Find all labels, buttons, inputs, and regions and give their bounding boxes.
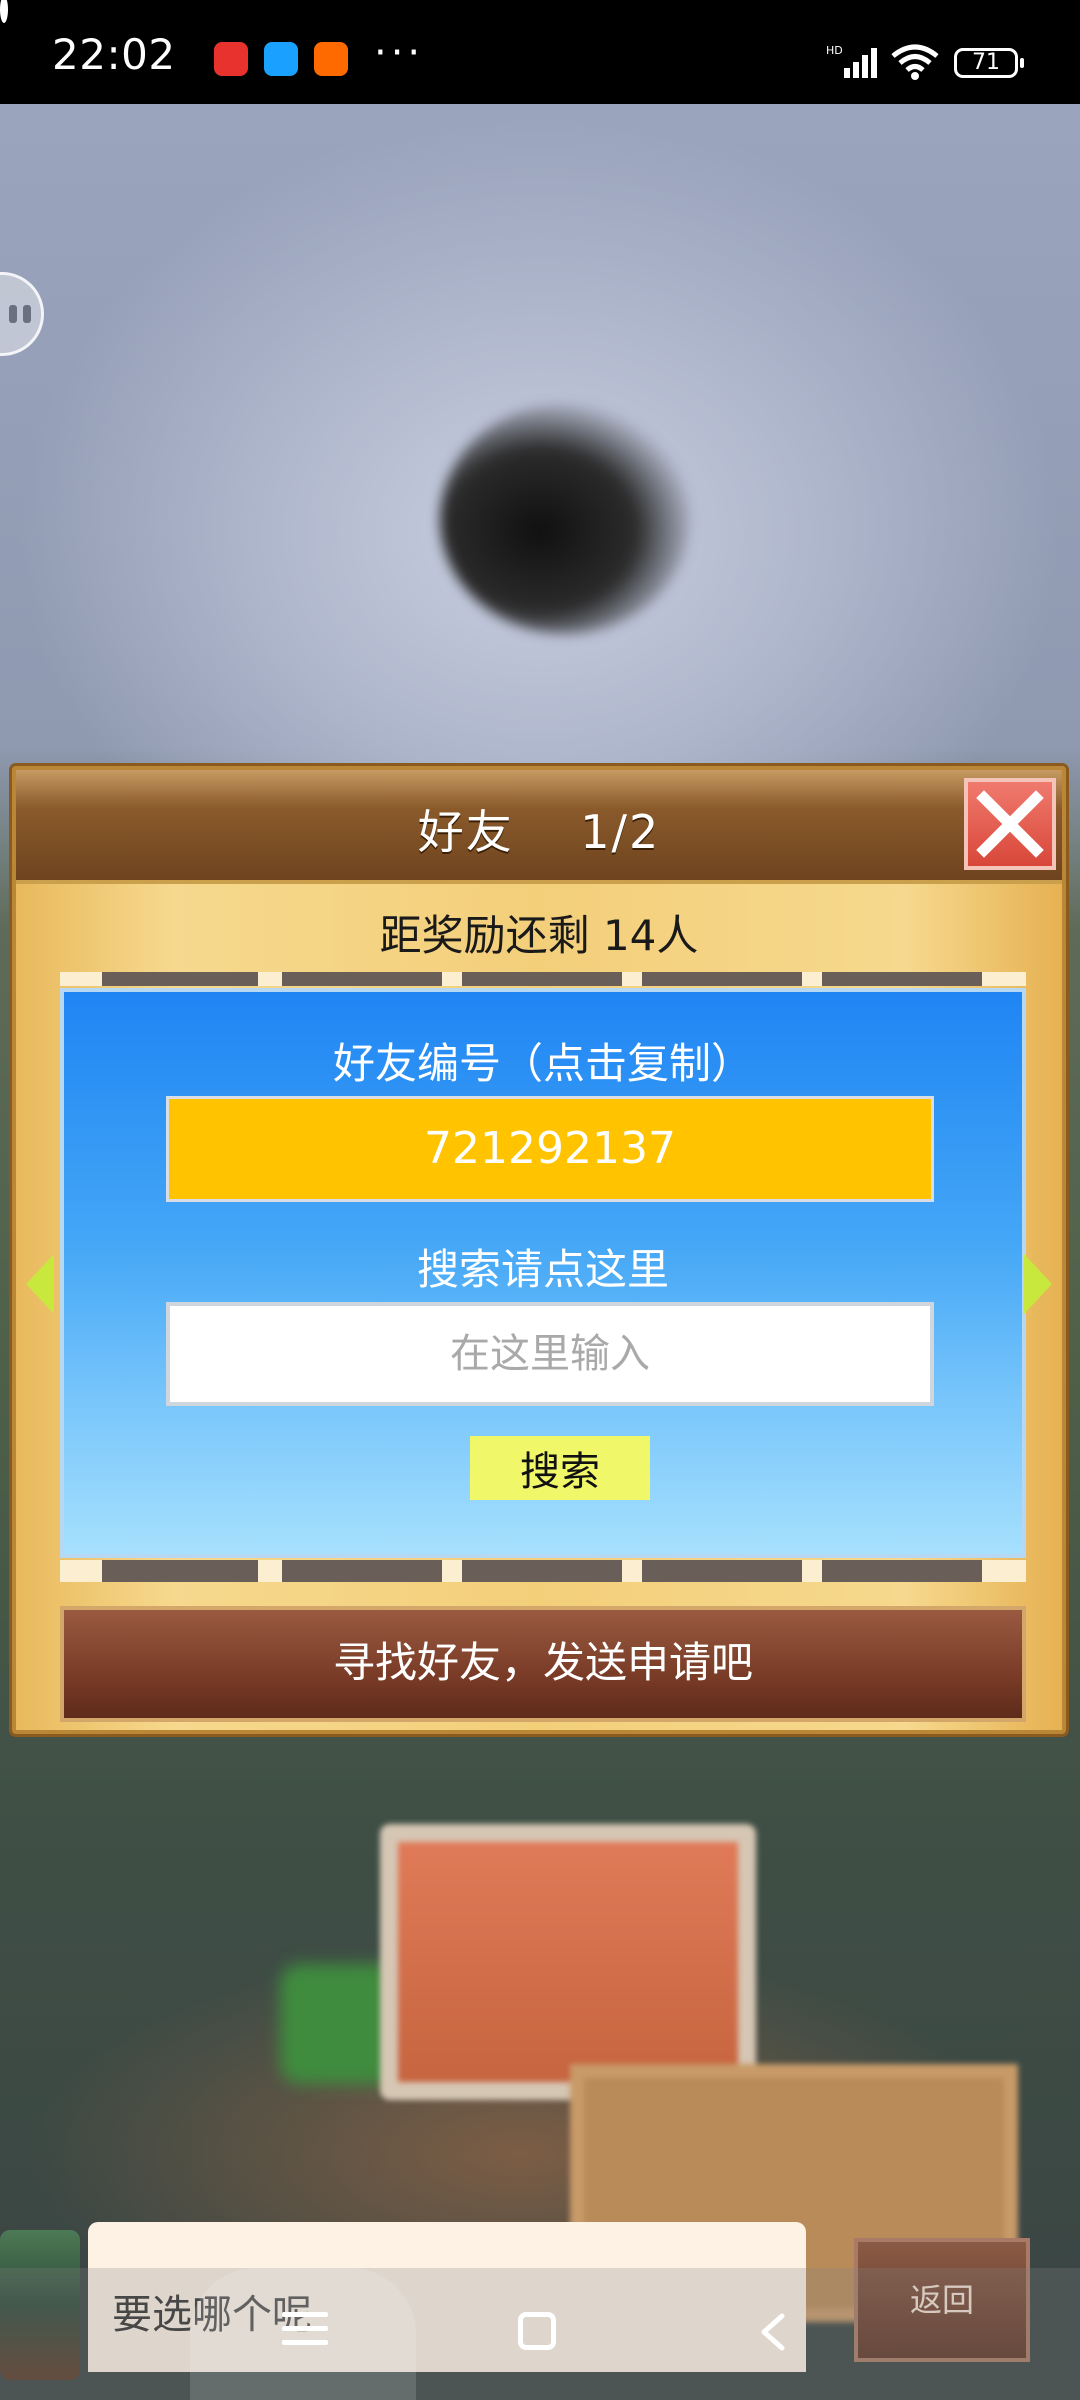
page-tab[interactable] (462, 1560, 622, 1582)
wifi-icon (891, 44, 939, 80)
blurred-cloud-object (440, 404, 690, 634)
system-nav-bar (0, 2268, 1080, 2400)
blurred-house (380, 1824, 756, 2100)
page-tab[interactable] (282, 972, 442, 986)
home-icon[interactable] (518, 2312, 556, 2350)
previous-page-arrow-icon[interactable] (26, 1254, 54, 1314)
page-tab[interactable] (462, 972, 622, 986)
app-notification-icon (264, 42, 298, 76)
close-icon (976, 790, 1044, 858)
next-page-arrow-icon[interactable] (1024, 1254, 1052, 1314)
page-tab[interactable] (102, 972, 258, 986)
pause-icon (23, 305, 31, 323)
search-label: 搜索请点这里 (416, 1245, 669, 1294)
alarm-icon (0, 0, 8, 23)
page-tab-strip-bottom (60, 1560, 1026, 1582)
reward-progress-text: 距奖励还剩 14人 (379, 911, 699, 960)
page-tab[interactable] (282, 1560, 442, 1582)
page-tab[interactable] (822, 1560, 982, 1582)
page-tab[interactable] (102, 1560, 258, 1582)
floating-touch-bubble (190, 2268, 416, 2400)
search-button[interactable]: 搜索 (470, 1436, 650, 1500)
find-friends-button[interactable]: 寻找好友，发送申请吧 (60, 1606, 1026, 1722)
signal-icon: HD (826, 44, 877, 78)
dialog-header: 好友 1/2 (16, 770, 1062, 884)
app-notification-icon (214, 42, 248, 76)
status-time: 22:02 (52, 30, 176, 79)
battery-level: 71 (972, 50, 1000, 75)
search-input[interactable] (166, 1302, 934, 1406)
mi-app-icon (314, 42, 348, 76)
more-notifications-icon: ··· (374, 30, 425, 76)
page-tab-strip (60, 972, 1026, 986)
close-button[interactable] (964, 778, 1056, 870)
pause-icon (9, 305, 17, 323)
page-tab[interactable] (642, 1560, 802, 1582)
friend-code-copy-field[interactable]: 721292137 (166, 1096, 934, 1202)
page-tab[interactable] (822, 972, 982, 986)
dialog-title: 好友 1/2 (417, 805, 661, 859)
friend-code-label: 好友编号（点击复制） (332, 1039, 753, 1088)
status-bar: 22:02 ··· HD 71 (0, 0, 1080, 104)
page-tab[interactable] (642, 972, 802, 986)
back-icon[interactable] (754, 2312, 794, 2352)
friends-dialog: 好友 1/2 距奖励还剩 14人 好友编号（点击复制） 721292137 搜索… (12, 766, 1066, 1734)
friend-id-panel: 好友编号（点击复制） 721292137 搜索请点这里 搜索 (60, 988, 1026, 1558)
battery-icon: 71 (954, 48, 1024, 78)
network-type-label: HD (826, 44, 843, 57)
